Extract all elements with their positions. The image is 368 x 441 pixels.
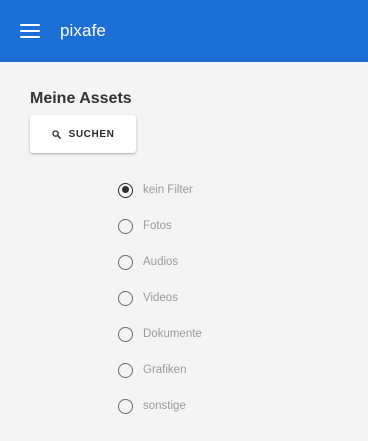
radio-button[interactable]	[118, 254, 133, 270]
app-bar: pixafe	[0, 0, 368, 62]
filter-radio-group: kein Filter Fotos Audios Videos Dokument…	[118, 172, 318, 424]
menu-icon-line	[20, 24, 40, 26]
filter-label: kein Filter	[143, 184, 193, 196]
search-button-label: SUCHEN	[68, 128, 115, 140]
filter-label: Fotos	[143, 220, 172, 232]
filter-label: Dokumente	[143, 328, 202, 340]
filter-label: sonstige	[143, 400, 186, 412]
radio-button[interactable]	[118, 362, 133, 378]
filter-option-audios[interactable]: Audios	[118, 244, 318, 280]
filter-label: Videos	[143, 292, 178, 304]
filter-option-documents[interactable]: Dokumente	[118, 316, 318, 352]
radio-button[interactable]	[118, 290, 133, 306]
search-icon	[51, 129, 61, 139]
page-title: Meine Assets	[30, 90, 132, 107]
search-button[interactable]: SUCHEN	[30, 115, 136, 153]
filter-option-none[interactable]: kein Filter	[118, 172, 318, 208]
filter-label: Grafiken	[143, 364, 187, 376]
filter-option-graphics[interactable]: Grafiken	[118, 352, 318, 388]
radio-button[interactable]	[118, 326, 133, 342]
menu-icon[interactable]	[20, 24, 40, 38]
radio-button[interactable]	[118, 218, 133, 234]
filter-option-photos[interactable]: Fotos	[118, 208, 318, 244]
radio-button-checked[interactable]	[118, 182, 133, 198]
menu-icon-line	[20, 36, 40, 38]
filter-label: Audios	[143, 256, 179, 268]
filter-option-other[interactable]: sonstige	[118, 388, 318, 424]
filter-option-videos[interactable]: Videos	[118, 280, 318, 316]
menu-icon-line	[20, 30, 40, 32]
main-content: Meine Assets SUCHEN kein Filter Fotos Au…	[0, 62, 368, 441]
page: pixafe Meine Assets SUCHEN kein Filter F…	[0, 0, 368, 441]
app-title: pixafe	[60, 21, 106, 40]
radio-button[interactable]	[118, 398, 133, 414]
